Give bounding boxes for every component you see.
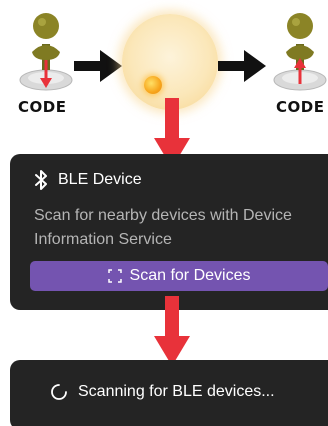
card-title: BLE Device xyxy=(58,171,142,188)
spinner-icon xyxy=(51,384,67,400)
joystick-up-icon xyxy=(273,13,327,91)
scan-frame-icon xyxy=(107,269,122,283)
right-arrow-icon xyxy=(74,50,122,82)
code-label-right: CODE xyxy=(276,98,325,116)
bluetooth-icon xyxy=(35,170,47,190)
sensor-disc xyxy=(122,14,218,110)
scan-button-label: Scan for Devices xyxy=(129,267,251,284)
joystick-down-icon xyxy=(19,13,73,91)
scan-status-bar: Scanning for BLE devices... xyxy=(10,360,328,426)
ble-device-card: BLE Device Scan for nearby devices with … xyxy=(10,154,328,310)
scan-for-devices-button[interactable]: Scan for Devices xyxy=(30,261,328,291)
card-description: Scan for nearby devices with Device Info… xyxy=(34,207,292,248)
sensor-led-icon xyxy=(144,76,162,94)
card-header: BLE Device xyxy=(34,170,142,190)
status-row: Scanning for BLE devices... xyxy=(50,383,275,401)
tutorial-page: CODE CODE BLE Device Scan for nearby dev… xyxy=(0,0,328,426)
code-label-left: CODE xyxy=(18,98,67,116)
status-text: Scanning for BLE devices... xyxy=(78,383,275,400)
right-arrow-icon xyxy=(218,50,266,82)
down-arrow-icon xyxy=(154,296,190,366)
